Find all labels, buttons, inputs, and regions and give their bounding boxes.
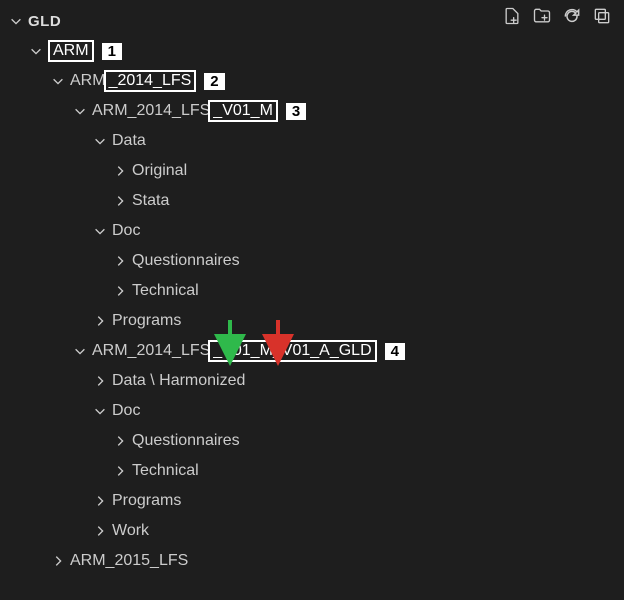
folder-label-boxed: ARM — [48, 40, 94, 62]
chevron-right-icon — [112, 434, 128, 448]
folder-label: Programs — [112, 312, 181, 330]
folder-label: Doc — [112, 222, 140, 240]
chevron-right-icon — [112, 464, 128, 478]
folder-programs-2[interactable]: Programs — [0, 486, 624, 516]
folder-data[interactable]: Data — [0, 126, 624, 156]
folder-arm-2014-v01a-gld[interactable]: ARM_2014_LFS_V01_M_V01_A_GLD 4 — [0, 336, 624, 366]
callout-3: 3 — [286, 103, 306, 120]
chevron-right-icon — [112, 254, 128, 268]
chevron-right-icon — [92, 524, 108, 538]
refresh-icon[interactable] — [562, 6, 582, 26]
folder-doc-2[interactable]: Doc — [0, 396, 624, 426]
folder-label-prefix: ARM — [70, 72, 106, 90]
folder-work[interactable]: Work — [0, 516, 624, 546]
folder-doc[interactable]: Doc — [0, 216, 624, 246]
folder-label: Data \ Harmonized — [112, 372, 245, 390]
folder-label: Original — [132, 162, 187, 180]
folder-technical[interactable]: Technical — [0, 276, 624, 306]
file-explorer: GLD ARM 1 ARM_2014_LFS 2 ARM_2014_LFS_V0… — [0, 0, 624, 576]
folder-label: ARM_2015_LFS — [70, 552, 188, 570]
new-folder-icon[interactable] — [532, 6, 552, 26]
folder-technical-2[interactable]: Technical — [0, 456, 624, 486]
chevron-down-icon — [92, 224, 108, 238]
chevron-right-icon — [92, 494, 108, 508]
chevron-right-icon — [92, 314, 108, 328]
folder-label-boxed: _V01_M — [208, 100, 278, 122]
folder-label: Work — [112, 522, 149, 540]
folder-label: Programs — [112, 492, 181, 510]
folder-label-prefix: ARM_2014_LFS — [92, 342, 210, 360]
collapse-all-icon[interactable] — [592, 6, 612, 26]
chevron-down-icon — [28, 44, 44, 58]
chevron-right-icon — [112, 284, 128, 298]
chevron-down-icon — [50, 74, 66, 88]
chevron-down-icon — [92, 404, 108, 418]
folder-arm-2015-lfs[interactable]: ARM_2015_LFS — [0, 546, 624, 576]
folder-stata[interactable]: Stata — [0, 186, 624, 216]
folder-label: Technical — [132, 462, 199, 480]
callout-1: 1 — [102, 43, 122, 60]
chevron-down-icon — [72, 344, 88, 358]
folder-label: Technical — [132, 282, 199, 300]
folder-label: Questionnaires — [132, 252, 240, 270]
folder-arm-2014-v01m[interactable]: ARM_2014_LFS_V01_M 3 — [0, 96, 624, 126]
chevron-right-icon — [50, 554, 66, 568]
folder-label-boxed: _V01_M_V01_A_GLD — [208, 340, 376, 362]
callout-2: 2 — [204, 73, 224, 90]
folder-label-prefix: ARM_2014_LFS — [92, 102, 210, 120]
callout-4: 4 — [385, 343, 405, 360]
chevron-down-icon — [72, 104, 88, 118]
folder-label: Data — [112, 132, 146, 150]
folder-arm-2014-lfs[interactable]: ARM_2014_LFS 2 — [0, 66, 624, 96]
folder-label: Stata — [132, 192, 169, 210]
folder-questionnaires[interactable]: Questionnaires — [0, 246, 624, 276]
chevron-right-icon — [112, 164, 128, 178]
folder-label: Questionnaires — [132, 432, 240, 450]
folder-questionnaires-2[interactable]: Questionnaires — [0, 426, 624, 456]
folder-label-boxed: _2014_LFS — [104, 70, 197, 92]
new-file-icon[interactable] — [502, 6, 522, 26]
chevron-down-icon — [92, 134, 108, 148]
folder-programs[interactable]: Programs — [0, 306, 624, 336]
folder-data-harmonized[interactable]: Data \ Harmonized — [0, 366, 624, 396]
folder-label: Doc — [112, 402, 140, 420]
root-label: GLD — [28, 13, 61, 30]
chevron-down-icon — [8, 14, 24, 28]
explorer-toolbar — [502, 6, 612, 26]
folder-arm[interactable]: ARM 1 — [0, 36, 624, 66]
chevron-right-icon — [92, 374, 108, 388]
chevron-right-icon — [112, 194, 128, 208]
folder-original[interactable]: Original — [0, 156, 624, 186]
